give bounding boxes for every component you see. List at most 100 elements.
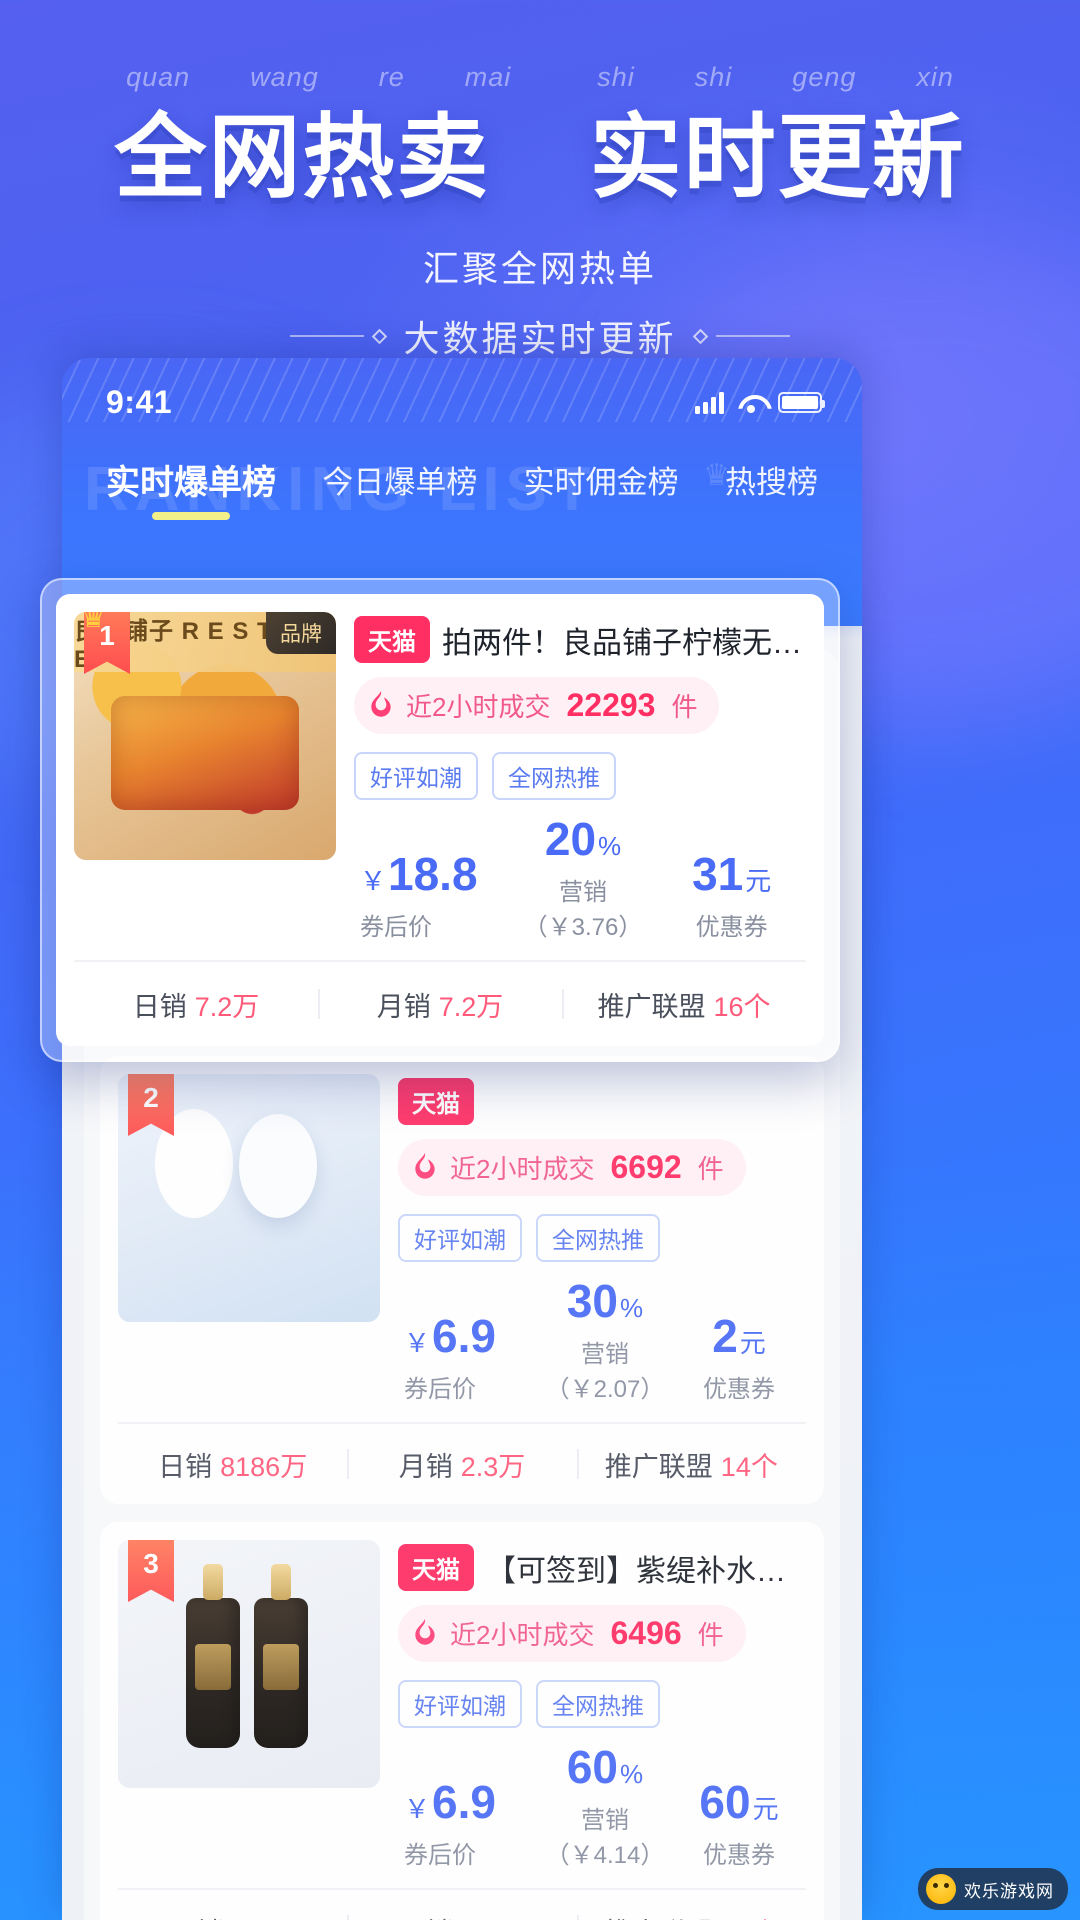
product-footer: 日销1.0万 月销3.6万 推广联盟16个 [118,1888,806,1920]
flame-icon [371,690,391,717]
coupon-price-value: ￥6.9 [404,1313,538,1359]
commission-amount: 4.14 [593,1842,641,1869]
monthly-sales-cell: 月销 2.3万 [347,1445,576,1484]
commission-amount: 3.76 [571,914,619,941]
yuan-symbol: 元 [752,1794,779,1824]
pinyin-xin: xin [916,62,954,92]
coupon-price-value: ￥6.9 [404,1779,538,1825]
pinyin-quan: quan [126,62,191,92]
product-card-2[interactable]: 2 天猫 近2小时成交 6692 件 好评如潮 全网热推 ￥6.9 券后价 30… [100,1056,824,1504]
alliance-cell: 推广联盟 14个 [577,1445,806,1484]
decor-line-right [715,335,790,338]
headline-left: 全网热卖 [114,107,491,209]
daily-sales-label: 日销 [158,1451,213,1482]
product-info: 天猫 近2小时成交 6692 件 好评如潮 全网热推 ￥6.9 券后价 30% … [398,1074,806,1404]
mall-tag: 天猫 [398,1078,474,1125]
product-thumbnail[interactable]: 3 [118,1540,380,1788]
status-icons [695,391,825,414]
product-chips: 好评如潮 全网热推 [398,1214,806,1262]
commission-value: 30% [538,1278,672,1324]
yuan-symbol: 元 [739,1328,766,1358]
signal-bars-icon [695,391,724,414]
monthly-sales-cell: 月销3.6万 [347,1911,576,1920]
daily-sales-cell: 日销 8186万 [118,1445,347,1484]
metric-coupon: 2元 优惠券 [672,1313,806,1404]
currency-symbol: ￥ [404,1328,431,1358]
pinyin-wang: wang [250,62,319,92]
percent-symbol: % [620,1759,644,1789]
commission-number: 20 [544,813,597,865]
metric-commission: 60% 营销（￥4.14） [538,1744,672,1870]
alliance-label: 推广联盟 [597,991,706,1022]
product-chips: 好评如潮 全网热推 [398,1680,806,1728]
metric-coupon: 31元 优惠券 [657,851,806,942]
product-card-body: 2 天猫 近2小时成交 6692 件 好评如潮 全网热推 ￥6.9 券后价 30… [118,1074,806,1404]
featured-product-highlight[interactable]: 良品铺子 R E S T O R E 1 ♛ 品牌 天猫 拍两件！良品铺子柠檬无… [40,578,840,1062]
daily-sales-value: 8186万 [220,1451,308,1482]
pinyin-shi-2: shi [694,62,733,92]
product-title-row: 天猫 【可签到】紫缇补水柔顺洗发… [398,1544,806,1591]
pinyin-group-right: shi shi geng xin [597,62,954,93]
hot-count: 6496 [610,1615,682,1651]
battery-icon [778,392,825,413]
hot-prefix: 近2小时成交 [406,692,551,722]
daily-sales-cell: 日销1.0万 [118,1911,347,1920]
status-time: 9:41 [106,384,173,420]
hot-prefix: 近2小时成交 [450,1620,595,1650]
hot-suffix: 件 [697,1620,724,1650]
commission-value: 20% [509,816,658,862]
product-card-3[interactable]: 3 天猫 【可签到】紫缇补水柔顺洗发… 近2小时成交 6496 [100,1522,824,1920]
percent-symbol: % [598,831,622,861]
hero-subtitle-1: 汇聚全网热单 [422,248,657,290]
hot-sales-badge: 近2小时成交 22293 件 [354,677,720,734]
hot-suffix: 件 [697,1154,724,1184]
chip-good-reviews: 好评如潮 [398,1680,522,1728]
diamond-icon-right [692,328,708,344]
status-bar: 9:41 [62,358,862,421]
hero-section: quan wang re mai shi shi geng xin 全网热卖 实… [0,62,1080,362]
daily-sales-value: 7.2万 [194,991,260,1022]
product-info: 天猫 【可签到】紫缇补水柔顺洗发… 近2小时成交 6496 件 [398,1540,806,1870]
pinyin-group-left: quan wang re mai [126,62,511,93]
decor-line-left [290,335,365,338]
daily-sales-label: 日销 [132,991,187,1022]
tab-realtime-commission[interactable]: 实时佣金榜 [524,457,679,518]
flame-icon [415,1152,435,1179]
alliance-value: 16个 [713,991,771,1022]
product-card-body: 3 天猫 【可签到】紫缇补水柔顺洗发… 近2小时成交 6496 [118,1540,806,1870]
product-card-1[interactable]: 良品铺子 R E S T O R E 1 ♛ 品牌 天猫 拍两件！良品铺子柠檬无… [56,594,824,1046]
monthly-sales-label: 月销 [398,1451,453,1482]
coupon-price-label: 券后价 [404,1376,476,1403]
chip-hot-recommend: 全网热推 [536,1680,660,1728]
product-chips: 好评如潮 全网热推 [354,752,806,800]
tab-hot-search[interactable]: 热搜榜 [725,457,818,518]
alliance-value: 14个 [720,1451,778,1482]
tab-bar[interactable]: 实时爆单榜 今日爆单榜 实时佣金榜 热搜榜 [62,421,862,520]
product-thumbnail[interactable]: 良品铺子 R E S T O R E 1 ♛ 品牌 [74,612,336,860]
alliance-cell: 推广联盟16个 [562,985,806,1024]
commission-label: 营销（￥3.76） [509,872,658,942]
alliance-cell: 推广联盟16个 [577,1911,806,1920]
percent-symbol: % [620,1293,644,1323]
commission-label: 营销（￥2.07） [538,1334,672,1404]
monthly-sales-value: 2.3万 [460,1451,526,1482]
coupon-label: 优惠券 [703,1376,775,1403]
product-metrics: ￥18.8 券后价 20% 营销（￥3.76） 31元 优惠券 [354,816,806,942]
tab-today-orders[interactable]: 今日爆单榜 [322,457,477,518]
chip-hot-recommend: 全网热推 [536,1214,660,1262]
coupon-price-label: 券后价 [404,1842,476,1869]
pinyin-re: re [378,62,405,92]
tab-realtime-orders[interactable]: 实时爆单榜 [106,455,276,520]
coupon-number: 2 [712,1310,738,1362]
commission-amount: 2.07 [593,1376,641,1403]
metric-commission: 30% 营销（￥2.07） [538,1278,672,1404]
product-title-row: 天猫 [398,1078,806,1125]
headline-right: 实时更新 [589,107,966,209]
commission-suffix: ） [640,1376,665,1403]
yuan-symbol: 元 [745,866,772,896]
product-thumbnail[interactable]: 2 [118,1074,380,1322]
commission-value: 60% [538,1744,672,1790]
commission-label: 营销（￥4.14） [538,1800,672,1870]
coupon-price-number: 18.8 [388,848,478,900]
bottle-left [186,1598,241,1749]
